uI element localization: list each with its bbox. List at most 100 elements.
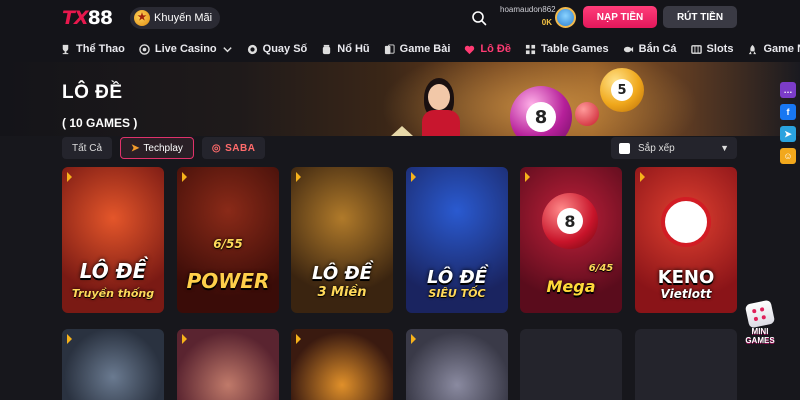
withdraw-button[interactable]: RÚT TIỀN xyxy=(663,6,737,28)
game-subtitle: SIÊU TỐC xyxy=(428,287,486,300)
gift-icon: ★ xyxy=(134,10,150,26)
mini-games-button[interactable]: MINI GAMES xyxy=(742,299,778,346)
top-bar: TX 88 ★ Khuyến Mãi hoamaudon862 0K NẠP T… xyxy=(0,0,800,36)
game-card-placeholder xyxy=(635,329,737,400)
slot-machine-icon xyxy=(690,44,702,54)
banner-model-image xyxy=(418,72,464,136)
game-count: ( 10 GAMES ) xyxy=(62,116,138,130)
game-card[interactable] xyxy=(62,329,164,400)
filter-techplay[interactable]: ➤ Techplay xyxy=(120,137,194,159)
balance: 0K xyxy=(541,18,552,27)
hero-banner: 8 5 LÔ ĐỀ ( 10 GAMES ) xyxy=(0,62,800,136)
filter-saba[interactable]: ◎ SABA xyxy=(201,137,266,159)
nav-label: Slots xyxy=(706,43,734,55)
nav-label: Bắn Cá xyxy=(638,43,677,55)
facebook-icon[interactable]: f xyxy=(780,104,796,120)
game-card[interactable]: 8 Mega 6/45 xyxy=(520,167,622,313)
nav-label: Game Bài xyxy=(399,43,451,55)
nav-item-quay-so[interactable]: Quay Số xyxy=(247,43,308,55)
game-subtitle: 6/45 xyxy=(588,263,614,274)
provider-icon xyxy=(182,334,187,344)
filter-all[interactable]: Tất Cả xyxy=(62,137,113,159)
game-card[interactable] xyxy=(291,329,393,400)
nav-label: Quay Số xyxy=(262,43,308,55)
nav-item-no-hu[interactable]: Nổ Hũ xyxy=(321,43,370,55)
nav-item-slots[interactable]: Slots xyxy=(690,43,734,55)
trophy-icon xyxy=(62,44,69,54)
table-icon xyxy=(525,44,536,54)
promotion-button[interactable]: ★ Khuyến Mãi xyxy=(130,7,221,29)
game-card[interactable]: LÔ ĐỀ Truyền thống xyxy=(62,167,164,313)
nav-label: Nổ Hũ xyxy=(337,43,370,55)
lottery-ball-icon xyxy=(247,44,257,54)
game-card[interactable]: LÔ ĐỀ 3 Miền xyxy=(291,167,393,313)
nav-item-game-bai[interactable]: Game Bài xyxy=(384,43,451,55)
chat-icon[interactable]: … xyxy=(780,82,796,98)
ball-number: 8 xyxy=(526,102,556,132)
logo-text-left: TX xyxy=(62,7,89,29)
sort-label: Sắp xếp xyxy=(638,142,675,154)
nav-label: Table Games xyxy=(540,43,609,55)
nav-item-ban-ca[interactable]: Bắn Cá xyxy=(623,43,677,55)
site-logo[interactable]: TX 88 xyxy=(62,6,120,30)
provider-icon xyxy=(411,334,416,344)
game-subtitle: 6/55 xyxy=(213,237,243,251)
game-title: LÔ ĐỀ xyxy=(427,267,487,288)
lottery-ball-small xyxy=(575,102,599,126)
provider-icon xyxy=(296,334,301,344)
nav-item-lo-de[interactable]: Lô Đề xyxy=(464,43,511,55)
game-subtitle: Vietlott xyxy=(660,287,712,301)
game-title: Mega xyxy=(546,277,596,296)
game-card[interactable] xyxy=(406,329,508,400)
cards-icon xyxy=(384,43,395,54)
casino-chip-icon xyxy=(139,43,150,55)
social-rail: … f ➤ ☺ xyxy=(780,82,798,164)
avatar[interactable] xyxy=(555,7,576,28)
provider-icon xyxy=(411,172,416,182)
provider-icon xyxy=(525,172,530,182)
provider-filters: Tất Cả ➤ Techplay ◎ SABA xyxy=(62,137,266,159)
saba-logo-icon: ◎ xyxy=(211,142,222,154)
game-subtitle: 3 Miền xyxy=(317,285,367,300)
user-info[interactable]: hoamaudon862 0K xyxy=(500,5,556,31)
filter-label: SABA xyxy=(225,142,256,154)
ball-number: 5 xyxy=(611,79,633,101)
game-card[interactable] xyxy=(177,329,279,400)
lottery-ball-5: 5 xyxy=(600,68,644,112)
promotion-label: Khuyến Mãi xyxy=(154,12,213,24)
jar-icon xyxy=(323,44,331,54)
username: hoamaudon862 xyxy=(500,5,556,14)
nav-label: Game Nhanh xyxy=(763,43,800,55)
nav-label: Live Casino xyxy=(154,43,217,55)
telegram-icon[interactable]: ➤ xyxy=(780,126,796,142)
heart-lotto-icon xyxy=(465,45,475,54)
dice-icon xyxy=(744,299,776,329)
nav-item-game-nhanh[interactable]: Game Nhanh xyxy=(747,43,800,55)
nav-item-the-thao[interactable]: Thể Thao xyxy=(60,43,125,55)
support-icon[interactable]: ☺ xyxy=(780,148,796,164)
game-card-placeholder xyxy=(520,329,622,400)
nav-item-table-games[interactable]: Table Games xyxy=(525,43,609,55)
nav-item-live-casino[interactable]: Live Casino xyxy=(139,43,233,55)
techplay-logo-icon: ➤ xyxy=(131,142,140,154)
game-card[interactable]: LÔ ĐỀ SIÊU TỐC xyxy=(406,167,508,313)
game-title: LÔ ĐỀ xyxy=(79,259,147,283)
deposit-button[interactable]: NẠP TIỀN xyxy=(583,6,657,28)
mega-ball-8-icon: 8 xyxy=(542,193,598,249)
nav-label: Lô Đề xyxy=(480,43,511,55)
game-title: POWER xyxy=(186,269,270,293)
search-icon[interactable] xyxy=(471,10,487,26)
sort-icon xyxy=(619,142,630,154)
game-card[interactable]: KENO Vietlott xyxy=(635,167,737,313)
mini-games-label: MINI GAMES xyxy=(745,327,775,345)
game-subtitle: Truyền thống xyxy=(71,287,155,300)
provider-icon xyxy=(182,172,187,182)
chevron-down-icon: ▼ xyxy=(720,143,729,153)
provider-icon xyxy=(67,172,72,182)
chevron-down-icon xyxy=(222,46,232,52)
nav-label: Thể Thao xyxy=(76,43,125,55)
filter-label: Tất Cả xyxy=(72,142,103,154)
sort-dropdown[interactable]: Sắp xếp ▼ xyxy=(611,137,737,159)
game-title: LÔ ĐỀ xyxy=(312,263,372,284)
game-card[interactable]: POWER 6/55 xyxy=(177,167,279,313)
